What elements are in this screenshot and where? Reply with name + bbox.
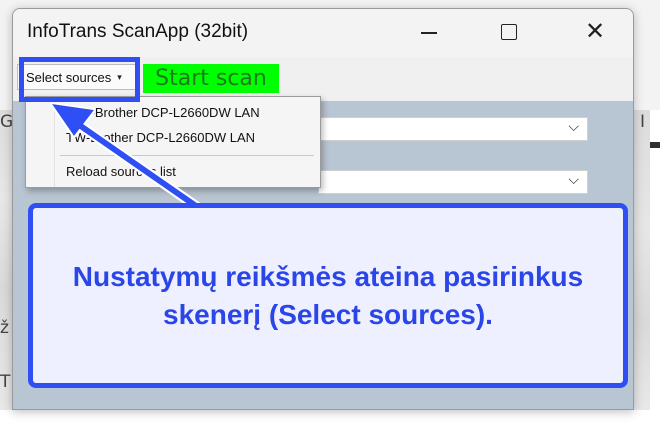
screenshot-canvas: G ž T I InfoTrans ScanApp (32bit) ✕ Sele… [0, 0, 660, 431]
annotation-callout: Nustatymų reikšmės ateina pasirinkus ske… [28, 203, 628, 388]
callout-text: Nustatymų reikšmės ateina pasirinkus ske… [72, 260, 584, 330]
